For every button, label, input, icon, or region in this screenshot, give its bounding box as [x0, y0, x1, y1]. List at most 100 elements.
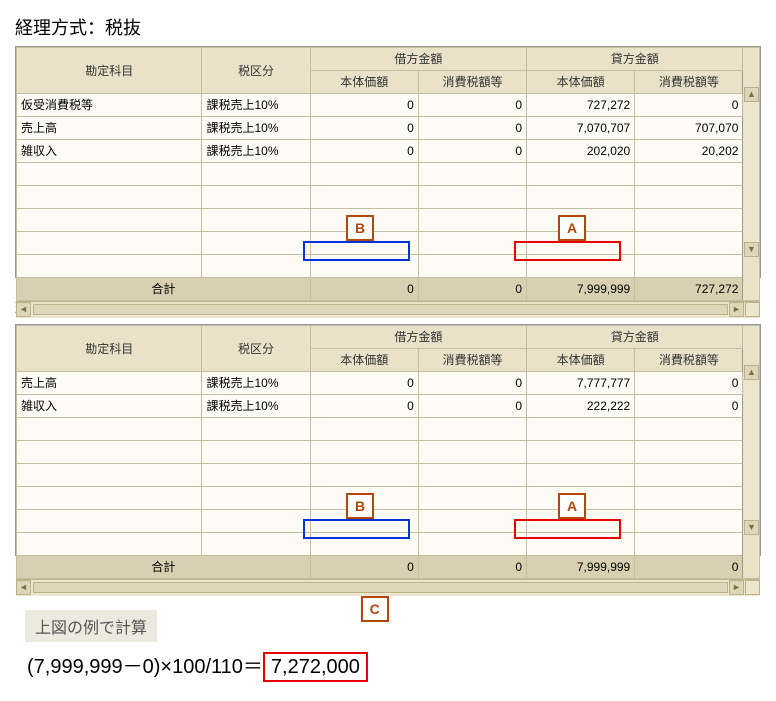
scroll-down-icon[interactable]: ▼ [744, 520, 759, 535]
table-row [17, 418, 760, 441]
th-debit: 借方金額 [310, 326, 526, 349]
table1-wrap: 勘定科目 税区分 借方金額 貸方金額 本体価額 消費税額等 本体価額 消費税額等… [15, 46, 761, 278]
table2-wrap: 勘定科目 税区分 借方金額 貸方金額 本体価額 消費税額等 本体価額 消費税額等… [15, 324, 761, 556]
v-scroll-track[interactable]: ▲ ▼ [744, 87, 759, 257]
cell-account: 仮受消費税等 [17, 94, 202, 117]
th-db-tax: 消費税額等 [418, 349, 526, 372]
table-row [17, 510, 760, 533]
callout-b: B [346, 215, 374, 241]
cell-db: 0 [310, 140, 418, 163]
total-dt: 0 [418, 278, 526, 301]
table-row: 雑収入 課税売上10% 0 0 202,020 20,202 [17, 140, 760, 163]
scroll-down-icon[interactable]: ▼ [744, 242, 759, 257]
total-db: 0 [310, 278, 418, 301]
h-scroll[interactable]: ◄ ► [16, 301, 760, 318]
total-dt: 0 [418, 556, 526, 579]
cell-dt: 0 [418, 94, 526, 117]
h-scroll[interactable]: ◄ ► [16, 579, 760, 596]
table-row [17, 255, 760, 278]
cell-cb: 7,777,777 [527, 372, 635, 395]
th-credit: 貸方金額 [527, 48, 743, 71]
th-cr-tax: 消費税額等 [635, 71, 743, 94]
cell-cb: 727,272 [527, 94, 635, 117]
scroll-left-icon[interactable]: ◄ [16, 580, 31, 595]
table-row [17, 186, 760, 209]
th-account: 勘定科目 [17, 48, 202, 94]
cell-ct: 707,070 [635, 117, 743, 140]
th-db-base: 本体価額 [310, 349, 418, 372]
cell-dt: 0 [418, 117, 526, 140]
total-cb: 7,999,999 [527, 278, 635, 301]
cell-account: 雑収入 [17, 395, 202, 418]
th-taxcat: 税区分 [202, 326, 310, 372]
table-row: 売上高 課税売上10% 0 0 7,777,777 0 [17, 372, 760, 395]
v-scroll-track[interactable]: ▲ ▼ [744, 365, 759, 535]
scroll-corner [745, 302, 760, 317]
scroll-right-icon[interactable]: ► [729, 302, 744, 317]
total-ct: 0 [635, 556, 743, 579]
section1-title: 経理方式：税抜 [15, 14, 761, 40]
total-ct: 727,272 [635, 278, 743, 301]
scroll-up-icon[interactable]: ▲ [744, 87, 759, 102]
cell-dt: 0 [418, 140, 526, 163]
calc-lhs: (7,999,999－0)×100/110＝ [27, 656, 263, 678]
table-row [17, 232, 760, 255]
callout-a: A [558, 493, 586, 519]
table-row [17, 464, 760, 487]
scroll-left-icon[interactable]: ◄ [16, 302, 31, 317]
scroll-up-icon[interactable]: ▲ [744, 365, 759, 380]
cell-ct: 0 [635, 94, 743, 117]
th-db-tax: 消費税額等 [418, 71, 526, 94]
cell-taxcat: 課税売上10% [202, 395, 310, 418]
th-cr-base: 本体価額 [527, 349, 635, 372]
th-taxcat: 税区分 [202, 48, 310, 94]
cell-taxcat: 課税売上10% [202, 140, 310, 163]
th-account: 勘定科目 [17, 326, 202, 372]
table2: 勘定科目 税区分 借方金額 貸方金額 本体価額 消費税額等 本体価額 消費税額等… [16, 325, 760, 579]
cell-dt: 0 [418, 372, 526, 395]
callout-a: A [558, 215, 586, 241]
cell-dt: 0 [418, 395, 526, 418]
table-row [17, 209, 760, 232]
table-row [17, 487, 760, 510]
table-row: 仮受消費税等 課税売上10% 0 0 727,272 0 [17, 94, 760, 117]
cell-ct: 20,202 [635, 140, 743, 163]
cell-db: 0 [310, 94, 418, 117]
scroll-corner [745, 580, 760, 595]
table1: 勘定科目 税区分 借方金額 貸方金額 本体価額 消費税額等 本体価額 消費税額等… [16, 47, 760, 301]
table-row [17, 533, 760, 556]
cell-taxcat: 課税売上10% [202, 372, 310, 395]
cell-cb: 7,070,707 [527, 117, 635, 140]
table-row [17, 441, 760, 464]
table-row: 売上高 課税売上10% 0 0 7,070,707 707,070 [17, 117, 760, 140]
cell-cb: 222,222 [527, 395, 635, 418]
total-cb: 7,999,999 [527, 556, 635, 579]
total-label: 合計 [17, 278, 311, 301]
callout-c: C [361, 596, 389, 622]
cell-ct: 0 [635, 395, 743, 418]
total-row: 合計 0 0 7,999,999 0 [17, 556, 760, 579]
scroll-right-icon[interactable]: ► [729, 580, 744, 595]
cell-db: 0 [310, 372, 418, 395]
cell-taxcat: 課税売上10% [202, 117, 310, 140]
cell-taxcat: 課税売上10% [202, 94, 310, 117]
cell-db: 0 [310, 117, 418, 140]
cell-ct: 0 [635, 372, 743, 395]
scroll-thumb[interactable] [33, 582, 728, 593]
cell-cb: 202,020 [527, 140, 635, 163]
table-row: 雑収入 課税売上10% 0 0 222,222 0 [17, 395, 760, 418]
calc-line: (7,999,999－0)×100/110＝7,272,000 [27, 652, 761, 682]
calc-title: 上図の例で計算 [25, 610, 157, 642]
callout-b: B [346, 493, 374, 519]
th-db-base: 本体価額 [310, 71, 418, 94]
table-row [17, 163, 760, 186]
total-db: 0 [310, 556, 418, 579]
scroll-thumb[interactable] [33, 304, 728, 315]
cell-account: 売上高 [17, 117, 202, 140]
th-cr-tax: 消費税額等 [635, 349, 743, 372]
th-debit: 借方金額 [310, 48, 526, 71]
cell-db: 0 [310, 395, 418, 418]
total-label: 合計 [17, 556, 311, 579]
cell-account: 売上高 [17, 372, 202, 395]
total-row: 合計 0 0 7,999,999 727,272 [17, 278, 760, 301]
